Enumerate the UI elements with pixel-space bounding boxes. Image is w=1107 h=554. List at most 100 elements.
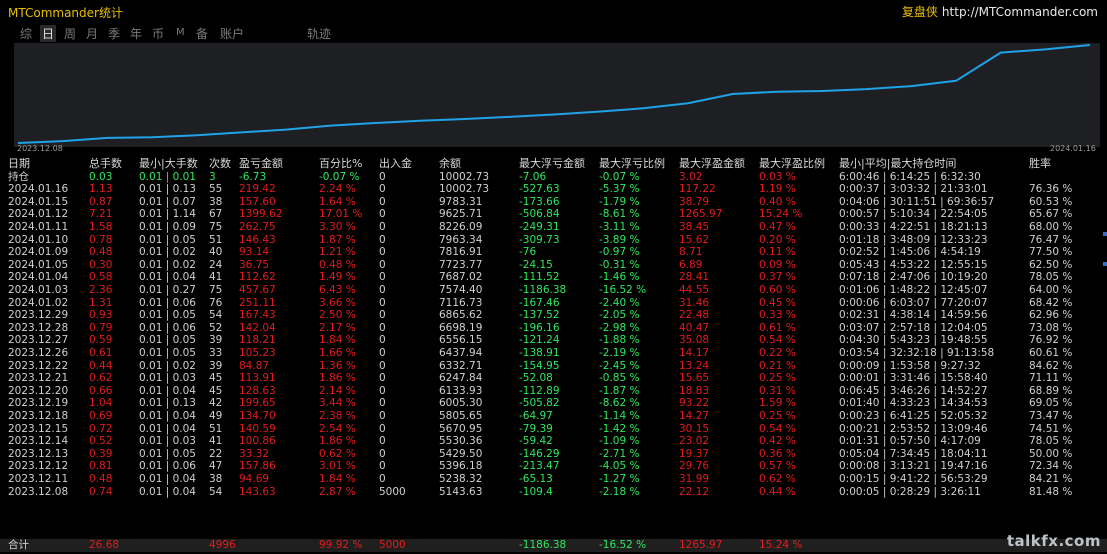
cell-in-out: 0	[379, 321, 386, 334]
cell-max-float-profit: 22.48	[679, 309, 710, 322]
header-min-max-lots[interactable]: 最小|大手数	[139, 157, 198, 171]
table-row[interactable]: 2023.12.20 0.66 0.01 | 0.04 45 128.63 2.14 % 0…	[0, 385, 1107, 398]
cell-balance: 6332.71	[439, 359, 483, 372]
tab-note[interactable]: 备	[196, 25, 208, 42]
cell-max-float-profit: 28.41	[679, 271, 710, 284]
cell-pct: 2.14 %	[319, 384, 356, 397]
table-row[interactable]: 2023.12.11 0.48 0.01 | 0.04 38 94.69 1.84 % 0 5…	[0, 473, 1107, 486]
cell-max-float-profit-pct: 0.61 %	[759, 321, 796, 334]
header-win-rate[interactable]: 胜率	[1029, 157, 1051, 171]
table-row[interactable]: 2023.12.08 0.74 0.01 | 0.04 54 143.63 2.87 % 5…	[0, 486, 1107, 499]
cell-max-float-loss-pct: -2.05 %	[599, 309, 640, 322]
cell-hold-time: 0:00:06 | 6:03:07 | 77:20:07	[839, 296, 988, 309]
header-pnl[interactable]: 盈亏金额	[239, 157, 283, 171]
cell-date: 2023.12.13	[8, 447, 69, 460]
balance-line	[17, 44, 1091, 144]
brand-link[interactable]: 复盘侠 http://MTCommander.com	[902, 3, 1098, 20]
table-row[interactable]: 2023.12.13 0.39 0.01 | 0.05 22 33.32 0.62 % 0 5…	[0, 448, 1107, 461]
table-row[interactable]: 2023.12.27 0.59 0.01 | 0.05 39 118.21 1.84 % 0…	[0, 334, 1107, 347]
table-row[interactable]: 2024.01.12 7.21 0.01 | 1.14 67 1399.62 17.01 …	[0, 208, 1107, 221]
cell-balance: 9783.31	[439, 195, 483, 208]
table-row[interactable]: 2023.12.29 0.93 0.01 | 0.05 54 167.43 2.50 % 0…	[0, 309, 1107, 322]
table-header: 日期 总手数 最小|大手数 次数 盈亏金额 百分比% 出入金 余额 最大浮亏金额 最大浮亏比例 最大…	[0, 157, 1107, 171]
header-total-lots[interactable]: 总手数	[89, 157, 122, 171]
cell-min-max-lots: 0.01 | 1.14	[139, 208, 196, 221]
cell-count: 39	[209, 334, 223, 347]
holding-row[interactable]: 持仓 0.03 0.01 | 0.01 3 -6.73 -0.07 % 0 10002.73 -…	[0, 171, 1107, 184]
table-row[interactable]: 2024.01.15 0.87 0.01 | 0.07 38 157.60 1.64 % 0…	[0, 196, 1107, 209]
cell-pnl: 251.11	[239, 296, 276, 309]
header-balance[interactable]: 余额	[439, 157, 461, 171]
cell-pct: 1.87 %	[319, 233, 356, 246]
brand-url[interactable]: http://MTCommander.com	[942, 5, 1098, 19]
cell-in-out: 0	[379, 258, 386, 271]
tab-account[interactable]: 账户	[220, 25, 244, 42]
tab-trajectory[interactable]: 轨迹	[307, 25, 331, 42]
cell-pct: 6.43 %	[319, 284, 356, 296]
cell-count: 49	[209, 410, 223, 422]
cell-total-lots: 0.74	[89, 485, 113, 498]
cell-pnl: 142.04	[239, 321, 276, 334]
table-row[interactable]: 2024.01.05 0.30 0.01 | 0.02 24 36.75 0.48 % 0 7…	[0, 259, 1107, 272]
header-pct[interactable]: 百分比%	[319, 157, 362, 171]
table-row[interactable]: 2023.12.21 0.62 0.01 | 0.03 45 113.91 1.86 % 0…	[0, 372, 1107, 385]
cell-max-float-profit: 44.55	[679, 284, 710, 296]
table-row[interactable]: 2024.01.03 2.36 0.01 | 0.27 75 457.67 6.43 % 0…	[0, 284, 1107, 297]
table-row[interactable]: 2024.01.04 0.58 0.01 | 0.04 41 112.62 1.49 % 0…	[0, 271, 1107, 284]
table-row[interactable]: 2023.12.18 0.69 0.01 | 0.04 49 134.70 2.38 % 0…	[0, 410, 1107, 423]
table-row[interactable]: 2023.12.19 1.04 0.01 | 0.13 42 199.65 3.44 % 0…	[0, 397, 1107, 410]
watermark: talkfx.com	[1006, 532, 1101, 550]
tab-quarter[interactable]: 季	[108, 25, 120, 42]
table-row[interactable]: 2023.12.12 0.81 0.01 | 0.06 47 157.86 3.01 % 0…	[0, 460, 1107, 473]
cell-date: 2023.12.22	[8, 359, 69, 372]
header-in-out[interactable]: 出入金	[379, 157, 412, 171]
table-row[interactable]: 2023.12.26 0.61 0.01 | 0.05 33 105.23 1.66 % 0…	[0, 347, 1107, 360]
table-row[interactable]: 2023.12.28 0.79 0.01 | 0.06 52 142.04 2.17 % 0…	[0, 322, 1107, 335]
cell-min-max-lots: 0.01 | 0.01	[139, 170, 196, 183]
header-max-float-profit-pct[interactable]: 最大浮盈比例	[759, 157, 825, 171]
header-max-float-loss[interactable]: 最大浮亏金额	[519, 157, 585, 171]
header-date[interactable]: 日期	[8, 157, 30, 171]
header-max-float-loss-pct[interactable]: 最大浮亏比例	[599, 157, 665, 171]
tab-week[interactable]: 周	[64, 25, 76, 42]
tab-zong[interactable]: 综	[20, 25, 32, 42]
cell-max-float-profit: 29.76	[679, 460, 710, 473]
cell-max-float-loss-pct: -1.79 %	[599, 195, 640, 208]
header-count[interactable]: 次数	[209, 157, 231, 171]
cell-max-float-profit: 1265.97	[679, 208, 723, 221]
cell-win-rate: 78.05 %	[1029, 271, 1073, 284]
cell-max-float-loss-pct: -1.88 %	[599, 334, 640, 347]
cell-max-float-loss-pct: -2.45 %	[599, 359, 640, 372]
cell-max-float-profit: 14.27	[679, 410, 710, 422]
cell-count: 42	[209, 397, 223, 410]
cell-date: 2024.01.05	[8, 258, 69, 271]
table-row[interactable]: 2024.01.10 0.78 0.01 | 0.05 51 146.43 1.87 % 0…	[0, 234, 1107, 247]
cell-pct: 0.62 %	[319, 447, 356, 460]
tab-day[interactable]: 日	[40, 25, 57, 42]
header-hold-time[interactable]: 最小|平均|最大持仓时间	[839, 157, 956, 171]
tab-m[interactable]: M	[176, 27, 185, 38]
tab-month[interactable]: 月	[86, 25, 98, 42]
cell-max-float-loss: -112.89	[519, 384, 560, 397]
cell-win-rate: 62.96 %	[1029, 309, 1073, 322]
cell-total-lots: 0.48	[89, 246, 113, 259]
cell-pnl: 118.21	[239, 334, 276, 347]
cell-max-float-loss-pct: -2.71 %	[599, 447, 640, 460]
cell-pct: 3.30 %	[319, 221, 356, 233]
table-row[interactable]: 2023.12.22 0.44 0.01 | 0.02 39 84.87 1.36 % 0 6…	[0, 360, 1107, 373]
tab-currency[interactable]: 币	[152, 25, 164, 42]
table-row[interactable]: 2024.01.11 1.58 0.01 | 0.09 75 262.75 3.30 % 0…	[0, 221, 1107, 234]
cell-pct: 3.66 %	[319, 296, 356, 309]
table-row[interactable]: 2024.01.09 0.48 0.01 | 0.02 40 93.14 1.21 % 0 7…	[0, 246, 1107, 259]
cell-balance: 6698.19	[439, 321, 483, 334]
cell-min-max-lots: 0.01 | 0.03	[139, 372, 196, 385]
cell-date: 2023.12.27	[8, 334, 69, 347]
total-row: 合计 26.68 4996 99.92 % 5000 -1186.38 -16.52 % 12…	[0, 539, 1107, 552]
table-row[interactable]: 2023.12.15 0.72 0.01 | 0.04 51 140.59 2.54 % 0…	[0, 423, 1107, 436]
tab-year[interactable]: 年	[130, 25, 142, 42]
cell-max-float-profit: 8.71	[679, 246, 703, 259]
table-row[interactable]: 2023.12.14 0.52 0.01 | 0.03 41 100.86 1.86 % 0…	[0, 435, 1107, 448]
table-row[interactable]: 2024.01.02 1.31 0.01 | 0.06 76 251.11 3.66 % 0…	[0, 297, 1107, 310]
header-max-float-profit[interactable]: 最大浮盈金额	[679, 157, 745, 171]
table-row[interactable]: 2024.01.16 1.13 0.01 | 0.13 55 219.42 2.24 % 0…	[0, 183, 1107, 196]
